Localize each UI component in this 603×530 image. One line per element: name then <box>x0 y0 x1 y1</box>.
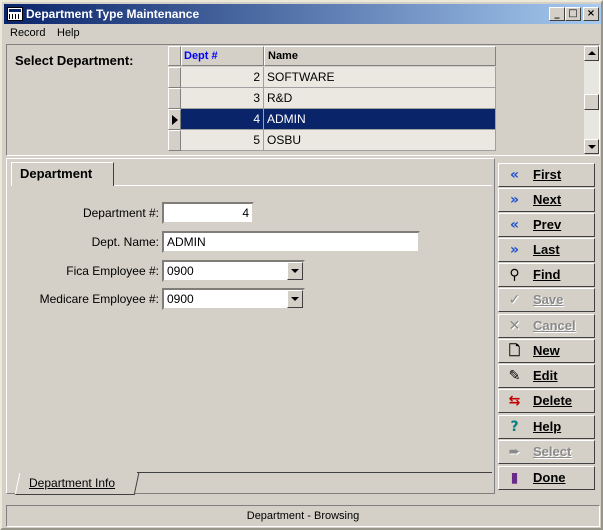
save-label: Save <box>533 292 564 307</box>
title-bar: Department Type Maintenance _ □ × <box>4 4 601 24</box>
door-icon: ▮ <box>510 470 519 486</box>
department-grid[interactable]: Dept # Name 2 SOFTWARE 3 R&D 4 ADMIN 5 O… <box>168 46 583 154</box>
select-department-label: Select Department: <box>15 53 134 68</box>
row-indicator[interactable] <box>168 109 181 130</box>
find-button[interactable]: ⚲ Find <box>498 263 595 287</box>
check-icon: ✓ <box>508 292 521 308</box>
cancel-button[interactable]: ✕ Cancel <box>498 314 595 338</box>
navigation-buttons: « First » Next « Prev » Last ⚲ Find ✓ Sa… <box>498 160 597 494</box>
delete-icon: ⇆ <box>508 393 521 409</box>
medicare-value: 0900 <box>167 292 194 306</box>
help-button[interactable]: ? Help <box>498 415 595 439</box>
select-label: Select <box>533 444 572 459</box>
prev-button[interactable]: « Prev <box>498 213 595 237</box>
first-button[interactable]: « First <box>498 163 595 187</box>
first-label: First <box>533 167 562 182</box>
magnifier-icon: ⚲ <box>509 267 520 283</box>
scroll-down-button[interactable] <box>584 139 599 154</box>
dept-name-label: Dept. Name: <box>91 235 159 249</box>
edit-icon: ✎ <box>508 368 521 384</box>
prev-icon: « <box>509 217 520 233</box>
menu-help[interactable]: Help <box>57 24 80 43</box>
maximize-button[interactable]: □ <box>565 7 581 21</box>
minimize-button[interactable]: _ <box>549 7 565 21</box>
select-department-panel: Select Department: Dept # Name 2 SOFTWAR… <box>6 44 600 156</box>
delete-label: Delete <box>533 393 573 408</box>
table-row[interactable]: 2 SOFTWARE <box>168 67 583 88</box>
grid-header: Dept # Name <box>168 46 583 67</box>
dept-num-cell[interactable]: 2 <box>181 67 264 88</box>
dept-num-label: Department #: <box>82 206 159 220</box>
dept-name-cell[interactable]: ADMIN <box>264 109 496 130</box>
help-label: Help <box>533 419 562 434</box>
tab-department-info[interactable]: Department Info <box>29 476 115 490</box>
main-window: Department Type Maintenance _ □ × Record… <box>0 0 603 530</box>
medicare-label: Medicare Employee #: <box>39 292 159 306</box>
grid-scrollbar[interactable] <box>584 46 599 154</box>
fica-label: Fica Employee #: <box>66 264 159 278</box>
arrow-up-icon <box>588 51 596 55</box>
dept-name-cell[interactable]: R&D <box>264 88 496 109</box>
dept-num-field[interactable]: 4 <box>162 202 254 224</box>
fica-employee-select[interactable]: 0900 <box>162 260 305 282</box>
bottom-tab-divider <box>137 472 492 473</box>
fica-value: 0900 <box>167 264 194 278</box>
last-label: Last <box>533 242 560 257</box>
arrow-down-icon <box>588 145 596 149</box>
chevron-down-icon[interactable] <box>287 290 303 308</box>
new-button[interactable]: 🗋 New <box>498 339 595 363</box>
close-button[interactable]: × <box>583 7 599 21</box>
menu-bar: Record Help <box>4 24 601 43</box>
delete-button[interactable]: ⇆ Delete <box>498 389 595 413</box>
new-document-icon: 🗋 <box>508 343 521 359</box>
app-icon <box>7 7 23 21</box>
department-form: Department #: 4 Dept. Name: ADMIN Fica E… <box>7 187 494 467</box>
medicare-employee-select[interactable]: 0900 <box>162 288 305 310</box>
status-bar: Department - Browsing <box>6 505 600 527</box>
next-icon: » <box>509 192 520 208</box>
x-icon: ✕ <box>508 318 521 334</box>
table-row-selected[interactable]: 4 ADMIN <box>168 109 583 130</box>
department-panel: Department Department #: 4 Dept. Name: A… <box>6 158 495 495</box>
dept-name-cell[interactable]: SOFTWARE <box>264 67 496 88</box>
last-button[interactable]: » Last <box>498 238 595 262</box>
column-dept-num[interactable]: Dept # <box>181 46 264 66</box>
scroll-thumb[interactable] <box>584 94 599 110</box>
done-button[interactable]: ▮ Done <box>498 466 595 490</box>
current-row-arrow-icon <box>172 115 178 125</box>
grid-corner <box>168 46 181 66</box>
row-indicator[interactable] <box>168 130 181 151</box>
column-name[interactable]: Name <box>264 46 496 66</box>
first-icon: « <box>509 167 520 183</box>
find-label: Find <box>533 267 561 282</box>
dept-num-cell[interactable]: 5 <box>181 130 264 151</box>
scroll-up-button[interactable] <box>584 46 599 61</box>
tab-divider <box>114 185 492 186</box>
save-button[interactable]: ✓ Save <box>498 288 595 312</box>
next-label: Next <box>533 192 562 207</box>
tab-department[interactable]: Department <box>11 162 114 186</box>
edit-label: Edit <box>533 368 558 383</box>
new-label: New <box>533 343 560 358</box>
dept-name-field[interactable]: ADMIN <box>162 231 420 253</box>
next-button[interactable]: » Next <box>498 188 595 212</box>
window-title: Department Type Maintenance <box>26 7 200 21</box>
table-row[interactable]: 3 R&D <box>168 88 583 109</box>
select-icon: ➨ <box>508 444 521 460</box>
dept-name-cell[interactable]: OSBU <box>264 130 496 151</box>
prev-label: Prev <box>533 217 562 232</box>
dept-num-cell[interactable]: 3 <box>181 88 264 109</box>
edit-button[interactable]: ✎ Edit <box>498 364 595 388</box>
table-row[interactable]: 5 OSBU <box>168 130 583 151</box>
chevron-down-icon[interactable] <box>287 262 303 280</box>
question-icon: ? <box>510 419 519 435</box>
done-label: Done <box>533 470 566 485</box>
select-button[interactable]: ➨ Select <box>498 440 595 464</box>
cancel-label: Cancel <box>533 318 576 333</box>
last-icon: » <box>509 242 520 258</box>
row-indicator[interactable] <box>168 67 181 88</box>
dept-num-cell[interactable]: 4 <box>181 109 264 130</box>
row-indicator[interactable] <box>168 88 181 109</box>
menu-record[interactable]: Record <box>10 24 45 43</box>
